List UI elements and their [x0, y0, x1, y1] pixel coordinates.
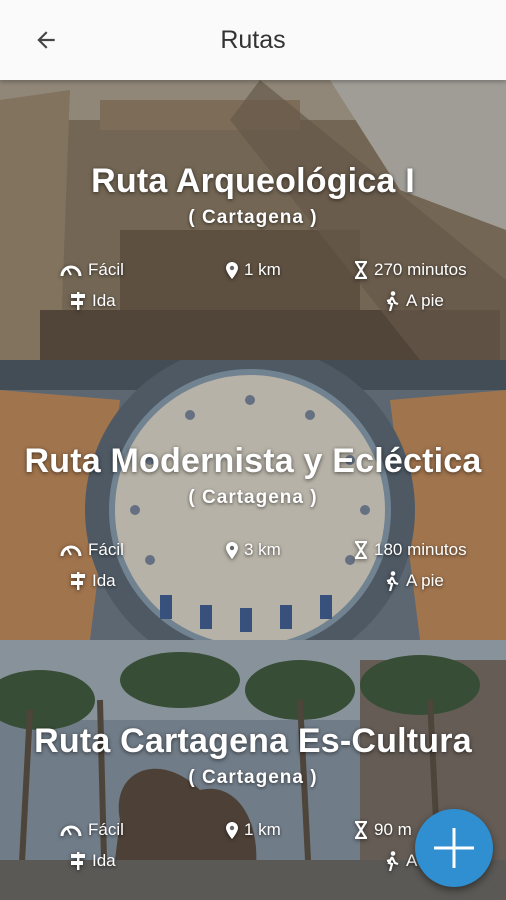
direction-label: Ida [92, 291, 116, 310]
duration-label: 180 minutos [374, 540, 467, 559]
walking-icon [386, 291, 399, 311]
hourglass-icon [355, 541, 367, 559]
hourglass-icon [355, 821, 367, 839]
travel-mode: A pie [384, 571, 444, 591]
location-pin-icon [226, 261, 238, 279]
signpost-icon [71, 572, 85, 590]
travel-mode-label: A pie [406, 571, 444, 590]
direction: Ida [70, 571, 116, 591]
duration: 90 m [354, 820, 412, 840]
gauge-icon [60, 545, 82, 557]
difficulty-label: Fácil [88, 540, 124, 559]
gauge-icon [60, 265, 82, 277]
signpost-icon [71, 292, 85, 310]
location-pin-icon [226, 541, 238, 559]
walking-icon [386, 851, 399, 871]
direction: Ida [70, 851, 116, 871]
duration-label: 270 minutos [374, 260, 467, 279]
signpost-icon [71, 852, 85, 870]
hourglass-icon [355, 261, 367, 279]
duration: 180 minutos [354, 540, 467, 560]
distance-label: 1 km [244, 260, 281, 279]
travel-mode: A pie [384, 291, 444, 311]
page-title: Rutas [220, 25, 286, 54]
route-card[interactable]: Ruta Modernista y Ecléctica ( Cartagena … [0, 360, 506, 640]
route-city: ( Cartagena ) [188, 487, 318, 508]
app-bar: Rutas [0, 0, 506, 80]
direction-label: Ida [92, 851, 116, 870]
gauge-icon [60, 825, 82, 837]
route-city: ( Cartagena ) [188, 207, 318, 228]
route-title: Ruta Cartagena Es-Cultura [34, 722, 472, 760]
location-pin-icon [226, 821, 238, 839]
walking-icon [386, 571, 399, 591]
direction-label: Ida [92, 571, 116, 590]
distance-label: 1 km [244, 820, 281, 839]
duration: 270 minutos [354, 260, 467, 280]
difficulty: Fácil [60, 260, 124, 280]
difficulty: Fácil [60, 820, 124, 840]
distance: 1 km [226, 820, 281, 840]
back-button[interactable] [30, 24, 62, 56]
duration-label: 90 m [374, 820, 412, 839]
add-route-button[interactable] [415, 809, 493, 887]
route-card[interactable]: Ruta Arqueológica I ( Cartagena ) Fácil … [0, 80, 506, 360]
direction: Ida [70, 291, 116, 311]
distance: 3 km [226, 540, 281, 560]
route-title: Ruta Arqueológica I [91, 162, 415, 200]
arrow-left-icon [37, 31, 55, 49]
difficulty: Fácil [60, 540, 124, 560]
difficulty-label: Fácil [88, 260, 124, 279]
travel-mode-label: A pie [406, 291, 444, 310]
route-title: Ruta Modernista y Ecléctica [24, 442, 482, 480]
difficulty-label: Fácil [88, 820, 124, 839]
distance-label: 3 km [244, 540, 281, 559]
plus-icon [434, 828, 474, 868]
route-city: ( Cartagena ) [188, 767, 318, 788]
distance: 1 km [226, 260, 281, 280]
